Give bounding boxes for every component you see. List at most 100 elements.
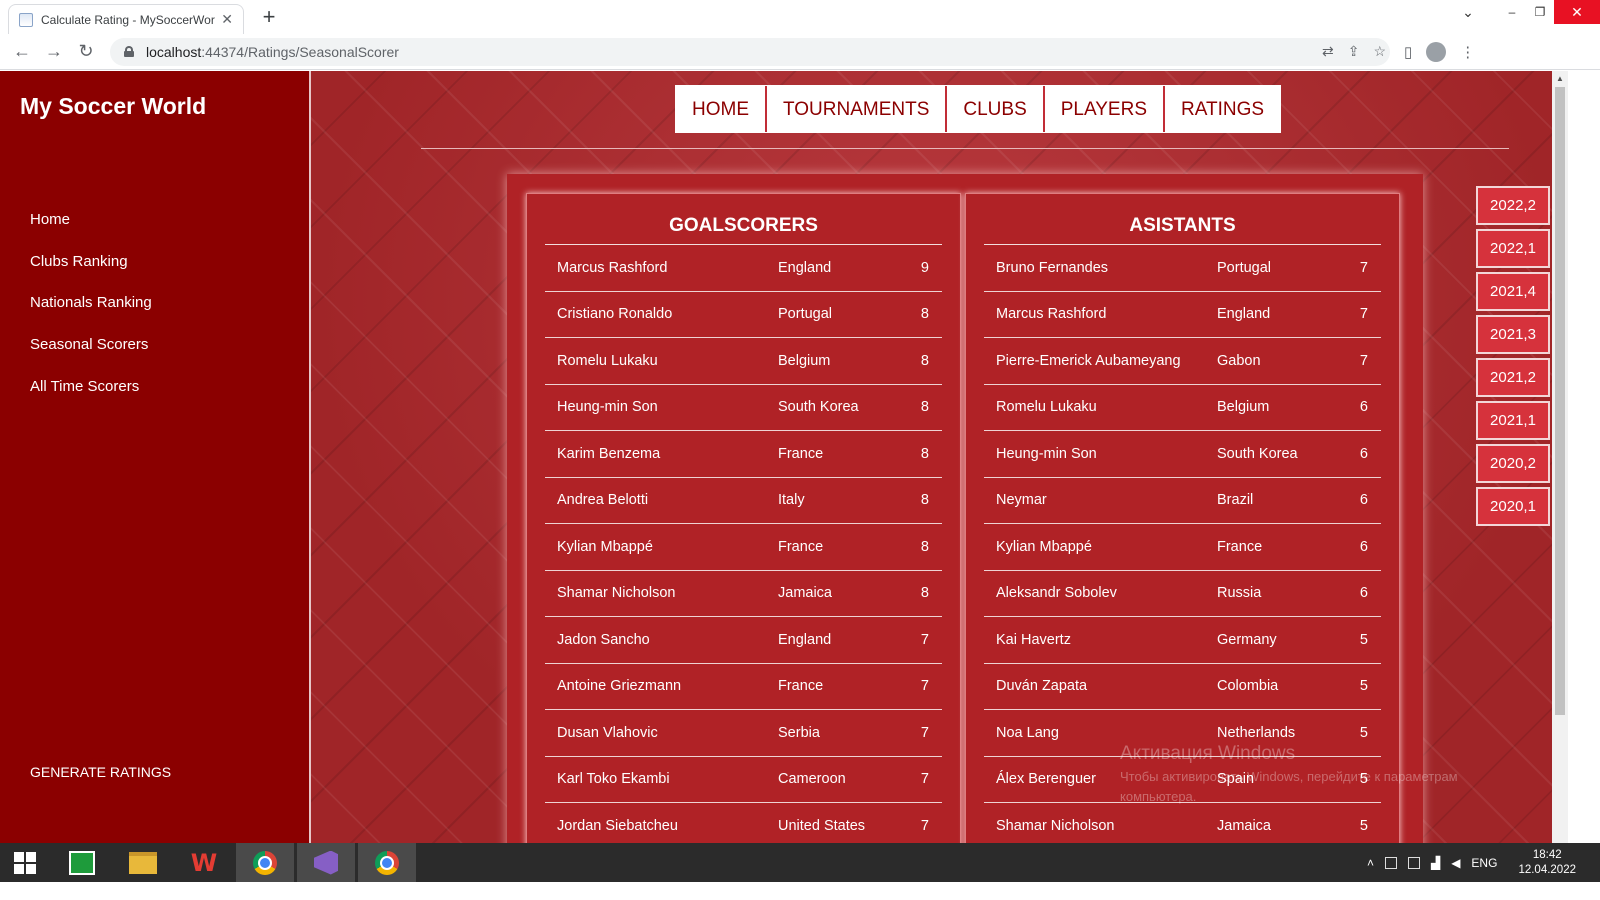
store-icon (69, 850, 95, 875)
sidebar-nav: Home Clubs Ranking Nationals Ranking Sea… (30, 210, 152, 418)
windows-activation-watermark: Активация Windows Чтобы активировать Win… (1120, 741, 1458, 807)
wps-office-icon: W (190, 848, 218, 877)
device-icon[interactable] (1384, 856, 1397, 869)
url-bar[interactable]: localhost:44374/Ratings/SeasonalScorer ⇄… (110, 37, 1390, 66)
table-row: Marcus Rashford England 9 (545, 245, 942, 292)
page-scrollbar[interactable]: ▲ ▼ (1552, 71, 1568, 858)
table-row: Neymar Brazil 6 (984, 478, 1381, 524)
nav-home[interactable]: HOME (676, 86, 765, 132)
profile-avatar-icon[interactable] (1426, 41, 1447, 62)
player-count: 6 (1359, 585, 1368, 602)
tray-expand-icon[interactable]: ˄ (1367, 856, 1374, 870)
player-name: Romelu Lukaku (557, 352, 658, 369)
sidebar-item-home[interactable]: Home (30, 210, 152, 252)
translate-icon[interactable]: ⇄ (1322, 43, 1334, 60)
table-row: Romelu Lukaku Belgium 6 (984, 385, 1381, 431)
taskbar-explorer[interactable] (114, 843, 172, 882)
clock-date: 12.04.2022 (1518, 863, 1576, 876)
start-button[interactable] (0, 843, 50, 882)
toolbar-right: ▯ ⋮ (1404, 41, 1475, 62)
taskbar-wps[interactable]: W (175, 843, 233, 882)
season-button[interactable]: 2020,1 (1476, 487, 1550, 526)
player-nation: Serbia (778, 724, 820, 741)
scroll-thumb[interactable] (1555, 87, 1565, 715)
nav-tournaments[interactable]: TOURNAMENTS (765, 86, 946, 132)
browser-tab[interactable]: Calculate Rating - MySoccerWorld ✕ (8, 4, 244, 34)
player-name: Marcus Rashford (557, 259, 668, 276)
forward-arrow-icon[interactable]: → (38, 41, 70, 62)
sidebar-item-all-time-scorers[interactable]: All Time Scorers (30, 377, 152, 419)
bookmark-star-icon[interactable]: ☆ (1373, 43, 1386, 60)
table-row: Cristiano Ronaldo Portugal 8 (545, 292, 942, 338)
language-indicator[interactable]: ENG (1471, 856, 1497, 870)
player-nation: South Korea (778, 399, 859, 416)
table-row: Marcus Rashford England 7 (984, 292, 1381, 338)
player-count: 6 (1359, 538, 1368, 555)
windows-taskbar: W ˄ ▟ ◀ ENG 18:42 12.04.2022 (0, 843, 1600, 882)
player-name: Noa Lang (996, 724, 1059, 741)
player-count: 8 (920, 585, 929, 602)
player-count: 7 (920, 631, 929, 648)
nav-divider (421, 148, 1509, 149)
web-page: My Soccer World Home Clubs Ranking Natio… (0, 71, 1568, 858)
table-row: Kylian Mbappé France 8 (545, 524, 942, 571)
player-name: Duván Zapata (996, 678, 1088, 695)
nav-ratings[interactable]: RATINGS (1163, 86, 1281, 132)
nav-clubs[interactable]: CLUBS (945, 86, 1043, 132)
taskbar-store[interactable] (53, 843, 111, 882)
sidebar-item-seasonal-scorers[interactable]: Seasonal Scorers (30, 335, 152, 377)
player-name: Kylian Mbappé (557, 538, 653, 555)
season-button[interactable]: 2020,2 (1476, 444, 1550, 483)
player-count: 7 (1359, 259, 1368, 276)
site-brand[interactable]: My Soccer World (20, 93, 206, 120)
season-button[interactable]: 2021,1 (1476, 401, 1550, 440)
back-arrow-icon[interactable]: ← (6, 41, 38, 62)
player-name: Aleksandr Sobolev (996, 585, 1117, 602)
player-count: 7 (1359, 306, 1368, 323)
network-icon[interactable]: ▟ (1431, 856, 1440, 870)
nav-players[interactable]: PLAYERS (1042, 86, 1163, 132)
address-toolbar: ← → ↻ localhost:44374/Ratings/SeasonalSc… (0, 34, 1600, 70)
season-button[interactable]: 2022,1 (1476, 229, 1550, 268)
season-selector: 2022,2 2022,1 2021,4 2021,3 2021,2 2021,1 2020… (1476, 186, 1550, 526)
side-panel-icon[interactable]: ▯ (1404, 43, 1412, 61)
player-count: 9 (920, 259, 929, 276)
minimize-button[interactable]: – (1498, 0, 1526, 24)
table-row: Antoine Griezmann France 7 (545, 664, 942, 710)
share-icon[interactable]: ⇪ (1348, 43, 1360, 60)
visual-studio-icon (314, 850, 338, 875)
menu-kebab-icon[interactable]: ⋮ (1460, 43, 1475, 61)
season-button[interactable]: 2021,2 (1476, 358, 1550, 397)
reload-icon[interactable]: ↻ (70, 41, 102, 62)
title-divider (984, 244, 1381, 245)
player-nation: England (778, 631, 832, 648)
player-count: 6 (1359, 445, 1368, 462)
title-divider (545, 244, 942, 245)
table-row: Shamar Nicholson Jamaica 8 (545, 571, 942, 617)
restore-button[interactable]: ❐ (1526, 0, 1554, 24)
new-tab-button[interactable]: + (256, 4, 282, 30)
tab-search-icon[interactable]: ⌄ (1454, 0, 1482, 24)
taskbar-chrome-2[interactable] (358, 843, 416, 882)
lock-icon[interactable] (124, 46, 134, 57)
volume-icon[interactable]: ◀ (1451, 856, 1460, 870)
clock[interactable]: 18:42 12.04.2022 (1518, 848, 1576, 878)
sidebar-item-nationals-ranking[interactable]: Nationals Ranking (30, 293, 152, 335)
season-button[interactable]: 2022,2 (1476, 186, 1550, 225)
season-button[interactable]: 2021,4 (1476, 272, 1550, 311)
scroll-up-icon[interactable]: ▲ (1552, 71, 1568, 87)
flag-icon[interactable] (1407, 856, 1420, 869)
player-nation: Russia (1217, 585, 1262, 602)
generate-ratings-link[interactable]: GENERATE RATINGS (30, 764, 171, 780)
player-name: Heung-min Son (996, 445, 1097, 462)
player-name: Andrea Belotti (557, 492, 649, 509)
sidebar-item-clubs-ranking[interactable]: Clubs Ranking (30, 252, 152, 294)
season-button[interactable]: 2021,3 (1476, 315, 1550, 354)
close-tab-icon[interactable]: ✕ (221, 11, 233, 28)
player-name: Dusan Vlahovic (557, 724, 658, 741)
taskbar-chrome-1[interactable] (236, 843, 294, 882)
table-row: Dusan Vlahovic Serbia 7 (545, 710, 942, 757)
player-count: 6 (1359, 492, 1368, 509)
taskbar-visual-studio[interactable] (297, 843, 355, 882)
close-window-button[interactable]: ✕ (1554, 0, 1600, 24)
